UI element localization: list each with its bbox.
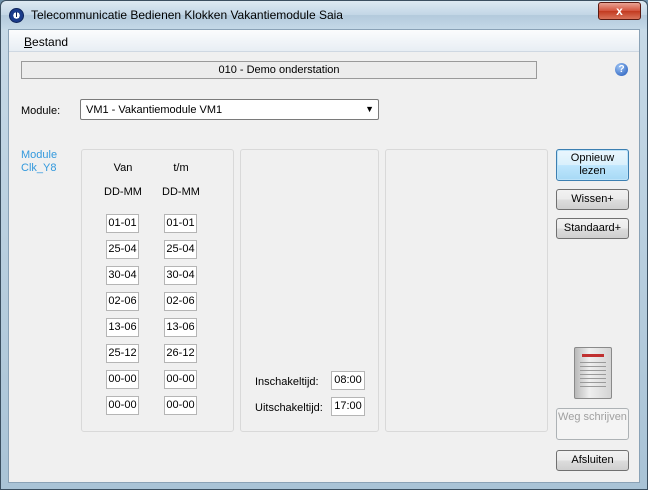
date-from-1[interactable]: 01-01 xyxy=(106,214,139,233)
date-to-3[interactable]: 30-04 xyxy=(164,266,197,285)
module-link-line1: Module xyxy=(21,149,58,161)
date-to-4[interactable]: 02-06 xyxy=(164,292,197,311)
col-format-from: DD-MM xyxy=(104,186,142,198)
controller-device-image xyxy=(574,347,612,399)
module-label: Module: xyxy=(21,105,61,117)
date-from-3[interactable]: 30-04 xyxy=(106,266,139,285)
times-panel: Inschakeltijd: 08:00 Uitschakeltijd: 17:… xyxy=(240,149,379,432)
date-from-8[interactable]: 00-00 xyxy=(106,396,139,415)
module-dropdown-value: VM1 - Vakantiemodule VM1 xyxy=(86,104,223,116)
module-link[interactable]: Module Clk_Y8 xyxy=(21,149,57,175)
help-icon[interactable]: ? xyxy=(615,63,628,76)
date-from-2[interactable]: 25-04 xyxy=(106,240,139,259)
on-time-field[interactable]: 08:00 xyxy=(331,371,365,390)
module-dropdown[interactable]: VM1 - Vakantiemodule VM1 ▼ xyxy=(80,99,379,120)
application-window: Telecommunicatie Bedienen Klokken Vakant… xyxy=(0,0,648,490)
col-head-to: t/m xyxy=(173,162,189,174)
chevron-down-icon: ▼ xyxy=(365,104,374,114)
date-to-6[interactable]: 26-12 xyxy=(164,344,197,363)
on-time-label: Inschakeltijd: xyxy=(255,376,319,388)
close-button[interactable]: Afsluiten xyxy=(556,450,629,471)
col-head-from: Van xyxy=(113,162,133,174)
date-from-6[interactable]: 25-12 xyxy=(106,344,139,363)
write-button-label: Weg schrijven xyxy=(558,411,627,423)
col-format-to: DD-MM xyxy=(162,186,200,198)
window-title: Telecommunicatie Bedienen Klokken Vakant… xyxy=(31,8,343,22)
clock-app-icon xyxy=(9,8,24,23)
date-from-5[interactable]: 13-06 xyxy=(106,318,139,337)
menu-bar: Bestand xyxy=(9,30,639,52)
menu-bestand[interactable]: Bestand xyxy=(24,35,68,49)
clear-button[interactable]: Wissen+ xyxy=(556,189,629,210)
date-from-4[interactable]: 02-06 xyxy=(106,292,139,311)
client-area: Bestand 010 - Demo onderstation ? Module… xyxy=(8,29,640,483)
dates-panel: Van t/m DD-MM DD-MM 01-01 01-01 25-04 25… xyxy=(81,149,234,432)
off-time-field[interactable]: 17:00 xyxy=(331,397,365,416)
reload-button-label: Opnieuw lezen xyxy=(570,152,615,177)
date-to-1[interactable]: 01-01 xyxy=(164,214,197,233)
reload-button[interactable]: Opnieuw lezen xyxy=(556,149,629,181)
module-link-line2: Clk_Y8 xyxy=(21,162,57,174)
close-window-button[interactable]: x xyxy=(598,2,641,20)
title-bar[interactable]: Telecommunicatie Bedienen Klokken Vakant… xyxy=(1,1,647,29)
date-to-2[interactable]: 25-04 xyxy=(164,240,197,259)
write-button[interactable]: Weg schrijven xyxy=(556,408,629,440)
default-button[interactable]: Standaard+ xyxy=(556,218,629,239)
date-to-7[interactable]: 00-00 xyxy=(164,370,197,389)
off-time-label: Uitschakeltijd: xyxy=(255,402,323,414)
station-name-bar: 010 - Demo onderstation xyxy=(21,61,537,79)
empty-panel xyxy=(385,149,548,432)
date-from-7[interactable]: 00-00 xyxy=(106,370,139,389)
date-to-8[interactable]: 00-00 xyxy=(164,396,197,415)
date-to-5[interactable]: 13-06 xyxy=(164,318,197,337)
